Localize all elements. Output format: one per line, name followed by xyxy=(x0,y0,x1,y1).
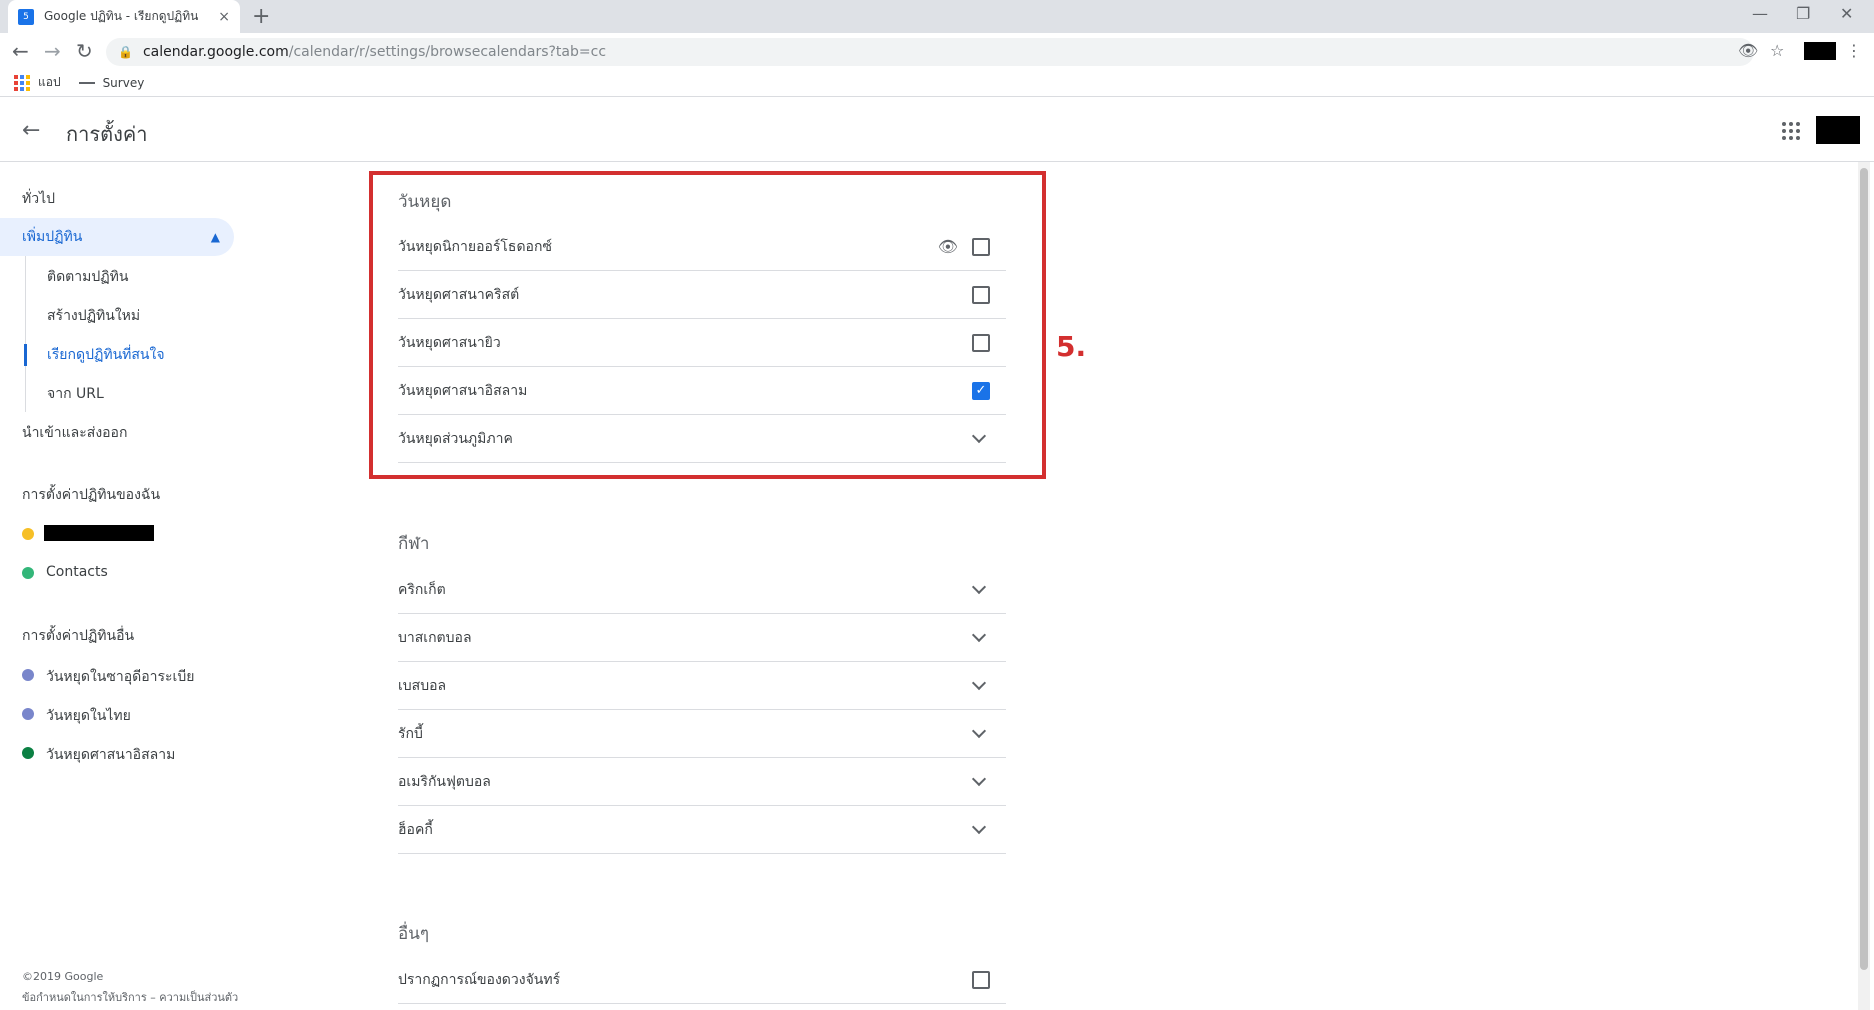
sidebar-calendar-islamic[interactable]: วันหยุดศาสนาอิสลาม xyxy=(46,744,175,766)
minimize-button[interactable]: — xyxy=(1752,4,1768,23)
calendar-label: เบสบอล xyxy=(398,677,447,694)
browser-menu-icon[interactable]: ⋮ xyxy=(1846,41,1862,60)
browser-tab[interactable]: 5 Google ปฏิทิน - เรียกดูปฏิทิน × xyxy=(8,0,240,33)
reload-icon[interactable]: ↻ xyxy=(76,39,93,63)
chevron-down-icon[interactable] xyxy=(971,723,987,738)
back-arrow-icon[interactable]: ← xyxy=(12,39,29,63)
google-apps-icon[interactable] xyxy=(1782,122,1800,140)
sidebar-item-import-export[interactable]: นำเข้าและส่งออก xyxy=(22,422,127,444)
calendar-label: บาสเกตบอล xyxy=(398,629,472,646)
bookmark-link-icon xyxy=(78,81,95,84)
calendar-color-dot xyxy=(22,528,34,540)
calendar-label: อเมริกันฟุตบอล xyxy=(398,773,491,790)
section-title-sports: กีฬา xyxy=(398,534,430,554)
eye-extension-icon[interactable]: 👁 xyxy=(1738,41,1758,60)
footer-copyright: ©2019 Google xyxy=(22,970,104,983)
annotation-highlight-box xyxy=(369,171,1046,479)
sidebar-sub-browse[interactable]: เรียกดูปฏิทินที่สนใจ xyxy=(47,344,165,366)
sidebar-sub-create[interactable]: สร้างปฏิทินใหม่ xyxy=(47,305,140,327)
chevron-down-icon[interactable] xyxy=(971,771,987,786)
calendar-color-dot xyxy=(22,747,34,759)
list-item[interactable]: ปรากฏการณ์ของดวงจันทร์ xyxy=(398,956,1006,1004)
list-item[interactable]: บาสเกตบอล xyxy=(398,614,1006,662)
bookmark-label: แอป xyxy=(38,75,61,89)
calendar-favicon-icon: 5 xyxy=(18,8,34,25)
address-bar[interactable]: 🔒 calendar.google.com/calendar/r/setting… xyxy=(106,38,1754,66)
tab-title: Google ปฏิทิน - เรียกดูปฏิทิน xyxy=(44,9,199,23)
sidebar-item-add-calendar[interactable]: เพิ่มปฏิทิน ▲ xyxy=(0,218,234,256)
calendar-color-dot xyxy=(22,567,34,579)
bookmark-apps[interactable]: แอป xyxy=(14,73,61,92)
sidebar-item-general[interactable]: ทั่วไป xyxy=(22,188,55,210)
sidebar-sub-subscribe[interactable]: ติดตามปฏิทิน xyxy=(47,266,128,288)
list-item[interactable]: เบสบอล xyxy=(398,662,1006,710)
footer-links[interactable]: ข้อกำหนดในการให้บริการ – ความเป็นส่วนตัว xyxy=(22,988,238,1006)
scrollbar-thumb[interactable] xyxy=(1860,168,1868,970)
other-calendars-heading: การตั้งค่าปฏิทินอื่น xyxy=(22,628,135,644)
back-arrow-icon[interactable]: ← xyxy=(22,118,40,143)
calendar-label: ฮ็อคกี้ xyxy=(398,821,433,838)
sidebar-sub-url[interactable]: จาก URL xyxy=(47,383,104,405)
lock-icon: 🔒 xyxy=(118,45,133,59)
page-title: การตั้งค่า xyxy=(66,122,148,146)
submenu-active-indicator xyxy=(24,344,27,366)
restore-button[interactable]: ❐ xyxy=(1796,4,1810,23)
list-item[interactable]: อเมริกันฟุตบอล xyxy=(398,758,1006,806)
url-path: /calendar/r/settings/browsecalendars?tab… xyxy=(288,44,607,60)
chevron-down-icon[interactable] xyxy=(971,579,987,594)
chevron-up-icon: ▲ xyxy=(210,230,220,244)
settings-sidebar: ทั่วไป เพิ่มปฏิทิน ▲ ติดตามปฏิทิน สร้างป… xyxy=(0,162,300,1010)
list-item[interactable]: คริกเก็ต xyxy=(398,566,1006,614)
profile-avatar-redacted[interactable] xyxy=(1804,42,1836,60)
chevron-down-icon[interactable] xyxy=(971,675,987,690)
sidebar-item-label: เพิ่มปฏิทิน xyxy=(22,229,83,245)
list-item[interactable]: รักบี้ xyxy=(398,710,1006,758)
bookmark-label: Survey xyxy=(102,75,145,90)
browser-toolbar: ← → ↻ 🔒 calendar.google.com/calendar/r/s… xyxy=(0,33,1874,69)
calendar-label: ปรากฏการณ์ของดวงจันทร์ xyxy=(398,971,561,988)
chevron-down-icon[interactable] xyxy=(971,627,987,642)
forward-arrow-icon[interactable]: → xyxy=(44,39,61,63)
apps-grid-icon xyxy=(14,74,30,91)
my-calendars-heading: การตั้งค่าปฏิทินของฉัน xyxy=(22,487,161,503)
list-item[interactable]: ฮ็อคกี้ xyxy=(398,806,1006,854)
app-header: ← การตั้งค่า xyxy=(0,98,1874,162)
annotation-step-label: 5. xyxy=(1056,330,1087,363)
redacted-calendar-name[interactable] xyxy=(44,525,154,541)
calendar-color-dot xyxy=(22,708,34,720)
calendar-color-dot xyxy=(22,669,34,681)
section-title-other: อื่นๆ xyxy=(398,924,429,944)
bookmarks-bar: แอป Survey xyxy=(0,69,1874,97)
chevron-down-icon[interactable] xyxy=(971,819,987,834)
window-close-button[interactable]: ✕ xyxy=(1840,4,1853,23)
new-tab-button[interactable]: + xyxy=(252,4,270,29)
sidebar-calendar-saudi[interactable]: วันหยุดในซาอุดีอาระเบีย xyxy=(46,666,194,688)
calendar-label: รักบี้ xyxy=(398,725,423,742)
submenu-line xyxy=(25,256,26,412)
checkbox[interactable] xyxy=(972,970,990,989)
bookmark-survey[interactable]: Survey xyxy=(78,75,145,90)
browser-tabstrip: 5 Google ปฏิทิน - เรียกดูปฏิทิน × + — ❐ … xyxy=(0,0,1874,33)
sidebar-calendar-thai[interactable]: วันหยุดในไทย xyxy=(46,705,131,727)
account-avatar-redacted[interactable] xyxy=(1816,116,1860,144)
bookmark-star-icon[interactable]: ☆ xyxy=(1770,41,1784,60)
calendar-label: คริกเก็ต xyxy=(398,581,446,598)
url-host: calendar.google.com xyxy=(142,44,289,60)
tab-close-icon[interactable]: × xyxy=(218,9,230,25)
sidebar-calendar-contacts[interactable]: Contacts xyxy=(46,564,108,580)
